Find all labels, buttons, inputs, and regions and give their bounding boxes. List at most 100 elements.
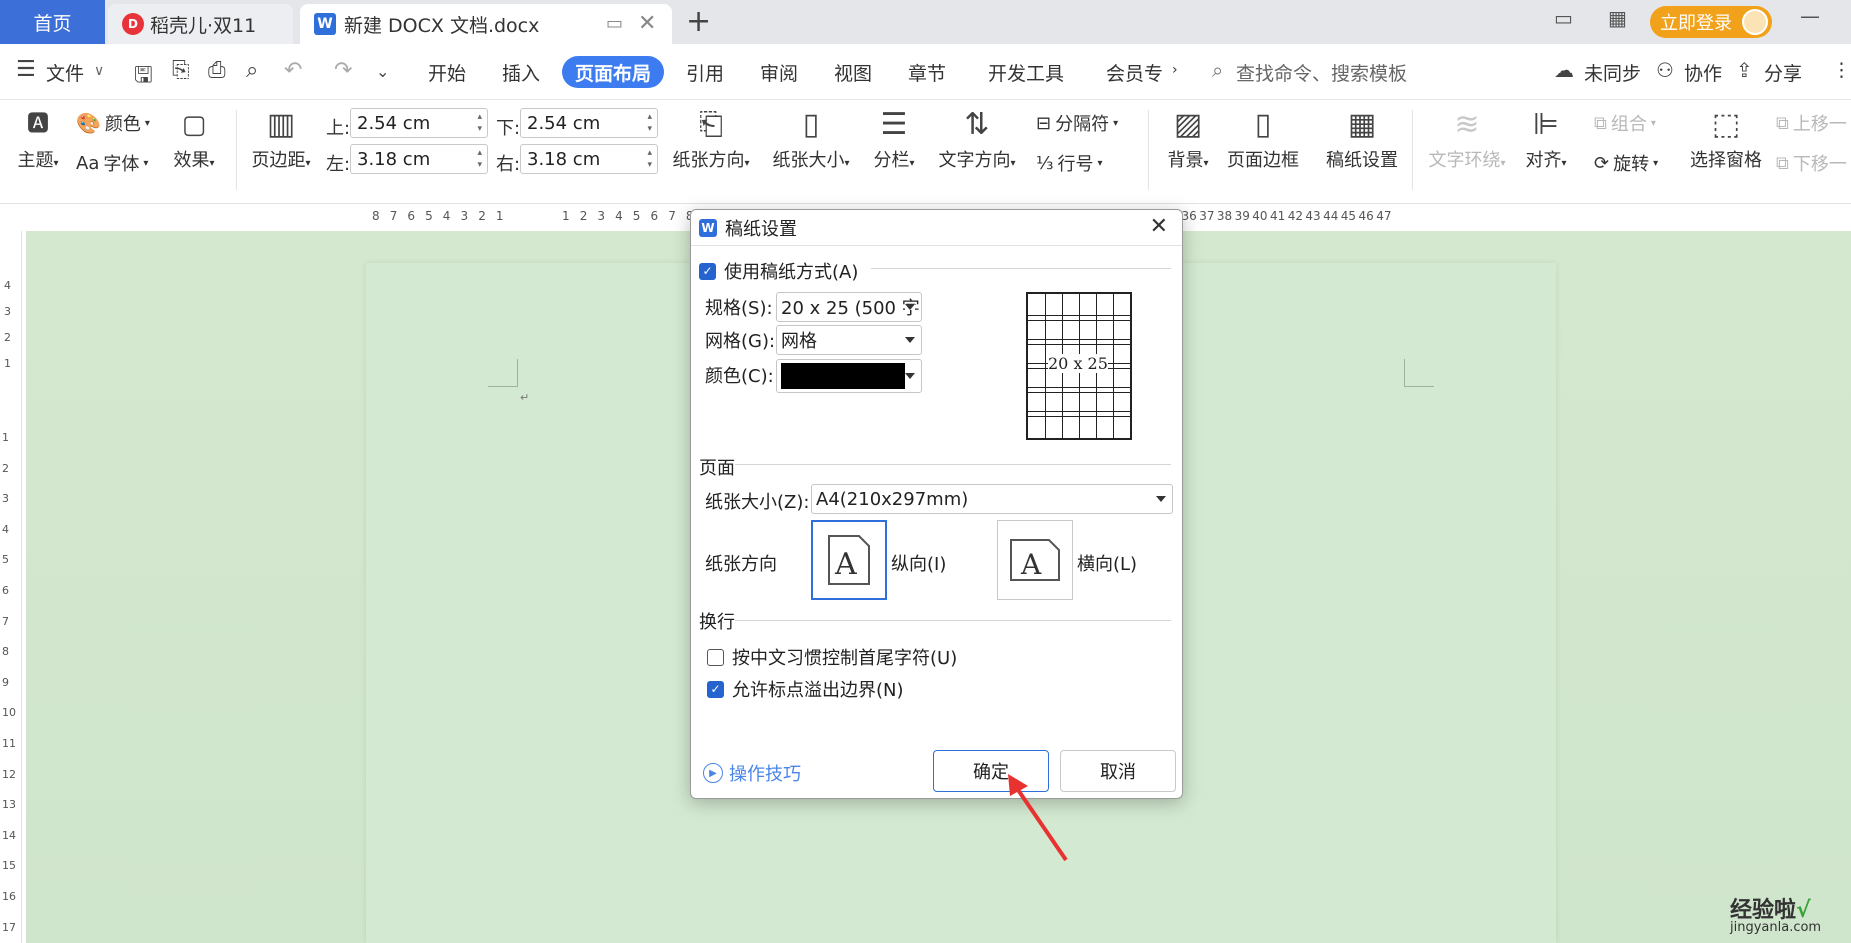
spin-icon[interactable]: ▴ ▾ (647, 147, 652, 171)
more-icon[interactable]: ⋮ (1832, 59, 1851, 81)
top-margin-value: 2.54 cm (357, 112, 431, 134)
menu-view[interactable]: 视图 (834, 59, 872, 86)
color-button[interactable]: 🎨 颜色 ▾ (76, 110, 150, 136)
effect-button[interactable]: ▢ 效果▾ (168, 104, 220, 172)
close-tab-icon[interactable]: ✕ (638, 11, 656, 36)
chevron-right-icon[interactable]: › (1172, 62, 1178, 78)
spin-icon[interactable]: ▴ ▾ (647, 111, 652, 135)
separator-button[interactable]: ⊟ 分隔符 ▾ (1036, 110, 1118, 136)
quick-access-dropdown-icon[interactable]: ⌄ (376, 62, 389, 81)
new-tab-icon[interactable]: + (686, 4, 711, 39)
save-icon[interactable]: 🖫 (134, 58, 153, 96)
hamburger-icon[interactable]: ☰ (16, 57, 36, 82)
paper-size-select[interactable]: A4(210x297mm) (811, 484, 1173, 514)
ruler-tick-label: 3 (4, 305, 11, 318)
rotate-button[interactable]: ⟳ 旋转 ▾ (1594, 150, 1658, 176)
background-button[interactable]: ▨ 背景▾ (1162, 104, 1214, 172)
ruler-tick-label: 1 (562, 209, 570, 223)
spin-icon[interactable]: ▴ ▾ (477, 111, 482, 135)
grid-preview: 20 x 25 (1026, 292, 1132, 440)
color-label: 颜色(C): (705, 366, 774, 387)
selection-pane-button[interactable]: ⬚ 选择窗格 (1688, 104, 1764, 172)
align-button[interactable]: ⊫ 对齐▾ (1518, 104, 1574, 172)
paper-size-button[interactable]: ▯ 纸张大小▾ (768, 104, 854, 172)
tab-home[interactable]: 首页 (0, 0, 105, 44)
margins-button[interactable]: ▥ 页边距▾ (246, 104, 316, 172)
option-line-control-checkbox[interactable]: 按中文习惯控制首尾字符(U) (707, 644, 957, 670)
sync-status[interactable]: 未同步 (1584, 59, 1641, 86)
menu-insert[interactable]: 插入 (502, 59, 540, 86)
theme-button[interactable]: 🅰 主题▾ (12, 104, 64, 172)
orientation-button[interactable]: ⎗ 纸张方向▾ (668, 104, 754, 172)
wps-writer-icon: W (699, 218, 717, 237)
right-margin-field[interactable]: 3.18 cm ▴ ▾ (520, 144, 658, 174)
ruler-tick-label: 5 (2, 553, 9, 567)
menu-chapter[interactable]: 章节 (908, 59, 946, 86)
left-margin-field[interactable]: 3.18 cm ▴ ▾ (350, 144, 488, 174)
grid-type-select[interactable]: 网格 (776, 325, 922, 355)
menu-references[interactable]: 引用 (686, 59, 724, 86)
text-wrap-button[interactable]: ≋ 文字环绕▾ (1424, 104, 1510, 172)
spec-select[interactable]: 20 x 25 (500 字 (776, 292, 922, 322)
page-border-button[interactable]: ▯ 页面边框 (1226, 104, 1300, 172)
search-input[interactable]: 查找命令、搜索模板 (1236, 59, 1407, 86)
group-button[interactable]: ⧉ 组合 ▾ (1594, 110, 1656, 136)
share-icon: ⇪ (1736, 58, 1753, 82)
export-icon[interactable]: ⎘ (172, 58, 190, 83)
theme-icon: 🅰 (26, 112, 49, 137)
menu-review[interactable]: 审阅 (760, 59, 798, 86)
margins-label: 页边距 (251, 150, 306, 171)
tab-docer[interactable]: D 稻壳儿·双11 (108, 4, 293, 44)
menu-file[interactable]: 文件 (46, 59, 84, 86)
dialog-titlebar[interactable]: W 稿纸设置 ✕ (691, 210, 1182, 246)
login-button[interactable]: 立即登录 (1650, 6, 1772, 38)
send-backward-icon: ⧉ (1776, 152, 1789, 174)
collab-button[interactable]: 协作 (1684, 59, 1722, 86)
vertical-ruler[interactable]: 4 3 2 1 1 2 3 4 5 6 7 8 9 10 11 12 13 14 15 16 17 (0, 231, 22, 943)
bottom-margin-field[interactable]: 2.54 cm ▴ ▾ (520, 108, 658, 138)
chevron-down-icon[interactable]: ∨ (94, 63, 104, 79)
grid-paper-button[interactable]: ▦ 稿纸设置 (1324, 104, 1400, 172)
portrait-option[interactable]: A (811, 520, 887, 600)
minimize-icon[interactable]: — (1800, 4, 1820, 28)
line-number-button[interactable]: ⅓ 行号 ▾ (1036, 150, 1102, 176)
portrait-label[interactable]: 纵向(I) (891, 550, 946, 576)
share-button[interactable]: 分享 (1764, 59, 1802, 86)
spin-icon[interactable]: ▴ ▾ (477, 147, 482, 171)
landscape-option[interactable]: A (997, 520, 1073, 600)
palette-icon: 🎨 (76, 111, 101, 135)
text-direction-button[interactable]: ⇅ 文字方向▾ (934, 104, 1020, 172)
bottom-margin-label: 下: (496, 118, 521, 139)
print-preview-icon[interactable]: ⌕ (246, 58, 258, 83)
ruler-tick-label: 45 (1340, 209, 1357, 223)
menu-start[interactable]: 开始 (428, 59, 466, 86)
use-grid-checkbox[interactable]: ✓ 使用稿纸方式(A) (699, 258, 858, 284)
layout-icon[interactable]: ▭ (1554, 6, 1573, 30)
line-number-label: 行号 (1057, 154, 1094, 175)
print-icon[interactable]: ⎙ (208, 58, 226, 83)
effect-icon: ▢ (181, 110, 207, 140)
menu-page-layout[interactable]: 页面布局 (562, 56, 664, 88)
redo-icon[interactable]: ↷ (334, 58, 352, 83)
ruler-tick-label: 2 (579, 209, 588, 223)
ruler-tick-label: 2 (478, 209, 486, 223)
tab-document[interactable]: W 新建 DOCX 文档.docx ▭ ✕ (300, 4, 672, 44)
apps-grid-icon[interactable]: ▦ (1608, 6, 1627, 30)
font-button[interactable]: Aa 字体 ▾ (76, 150, 148, 176)
columns-button[interactable]: ☰ 分栏▾ (868, 104, 920, 172)
grid-type-label: 网格(G): (705, 331, 776, 352)
tips-link[interactable]: ▶ 操作技巧 (703, 760, 801, 786)
undo-icon[interactable]: ↶ (284, 58, 302, 83)
menu-developer[interactable]: 开发工具 (988, 59, 1064, 86)
color-select[interactable] (776, 359, 922, 393)
close-icon[interactable]: ✕ (1150, 214, 1168, 239)
landscape-label[interactable]: 横向(L) (1077, 550, 1137, 576)
bring-forward-button[interactable]: ⧉ 上移一 (1776, 110, 1847, 136)
send-backward-button[interactable]: ⧉ 下移一 (1776, 150, 1847, 176)
menu-member[interactable]: 会员专 (1106, 59, 1163, 86)
screen-icon[interactable]: ▭ (606, 13, 623, 34)
top-margin-field[interactable]: 2.54 cm ▴ ▾ (350, 108, 488, 138)
ruler-tick-label: 12 (2, 767, 16, 781)
option-punctuation-checkbox[interactable]: ✓ 允许标点溢出边界(N) (707, 676, 904, 702)
bottom-margin-value: 2.54 cm (527, 112, 601, 134)
